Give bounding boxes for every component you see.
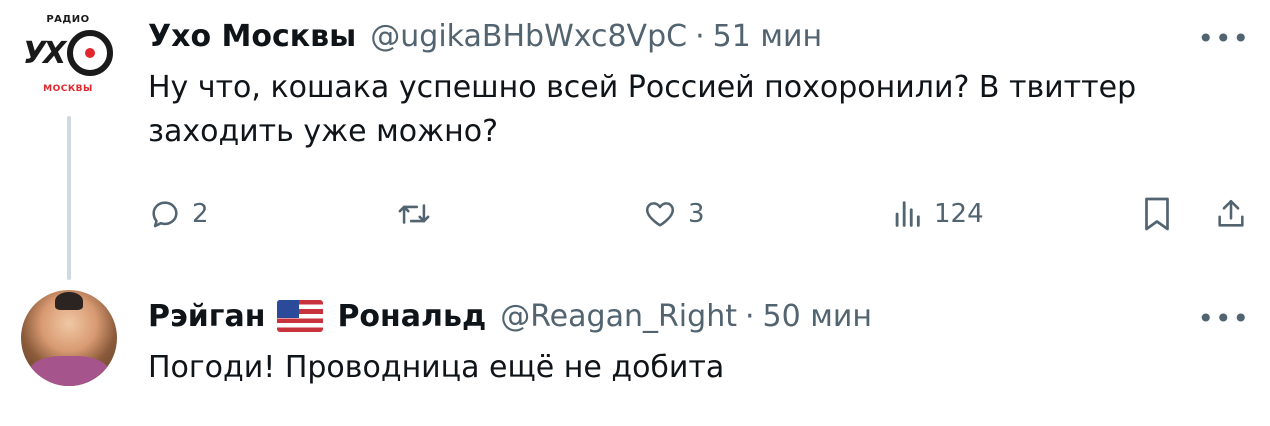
author-name[interactable]: Ухо Москвы — [148, 19, 356, 54]
author-handle[interactable]: @Reagan_Right — [500, 299, 737, 334]
logo-bottom-text: МОСКВЫ — [43, 84, 93, 94]
avatar-shirt — [29, 356, 109, 386]
share-button[interactable] — [1214, 190, 1248, 238]
more-dots-icon[interactable]: ••• — [1197, 22, 1250, 55]
author-name-first[interactable]: Рэйган — [148, 299, 265, 334]
share-icon — [1214, 196, 1248, 232]
bookmark-icon — [1142, 196, 1172, 232]
tweet-ukho-moskvy[interactable]: РАДИО УХ МОСКВЫ Ухо Москвы @ugikaBHbWxc8… — [0, 0, 1270, 280]
reply-button[interactable]: 2 — [148, 190, 209, 238]
logo-top-text: РАДИО — [46, 14, 90, 25]
author-handle[interactable]: @ugikaBHbWxc8VpC — [370, 19, 687, 54]
tweet-text: Погоди! Проводница ещё не добита — [148, 350, 725, 385]
retweet-button[interactable] — [394, 190, 444, 238]
like-count: 3 — [688, 199, 705, 229]
avatar[interactable] — [21, 290, 117, 386]
thread-line — [67, 116, 71, 280]
views-count: 124 — [934, 199, 984, 229]
views-chart-icon — [890, 197, 924, 231]
tweet-actions: 2 3 124 — [148, 190, 1250, 238]
reply-count: 2 — [192, 199, 209, 229]
tweet-text: Ну что, кошака успешно всей Россией похо… — [148, 70, 1137, 149]
tweet-time[interactable]: 50 мин — [763, 299, 872, 334]
logo-ring-icon — [67, 30, 113, 76]
separator-dot: · — [744, 298, 755, 334]
heart-icon — [642, 197, 678, 231]
views-button[interactable]: 124 — [890, 190, 984, 238]
retweet-icon — [394, 197, 434, 231]
tweet-time[interactable]: 51 мин — [713, 19, 822, 54]
bookmark-button[interactable] — [1142, 190, 1172, 238]
tweet-header: Ухо Москвы @ugikaBHbWxc8VpC · 51 мин — [148, 18, 822, 54]
avatar-hair — [55, 292, 83, 310]
more-dots-icon[interactable]: ••• — [1197, 302, 1250, 335]
logo-mark: УХ — [23, 30, 113, 78]
separator-dot: · — [695, 18, 705, 54]
reply-icon — [148, 197, 182, 231]
tweet-reagan[interactable]: Рэйган Рональд @Reagan_Right · 50 мин ••… — [0, 280, 1270, 426]
us-flag-icon — [277, 300, 324, 332]
logo-main-text: УХ — [23, 36, 66, 71]
like-button[interactable]: 3 — [642, 190, 705, 238]
tweet-header: Рэйган Рональд @Reagan_Right · 50 мин — [148, 298, 872, 334]
author-name-second[interactable]: Рональд — [337, 299, 486, 334]
avatar[interactable]: РАДИО УХ МОСКВЫ — [20, 10, 116, 96]
